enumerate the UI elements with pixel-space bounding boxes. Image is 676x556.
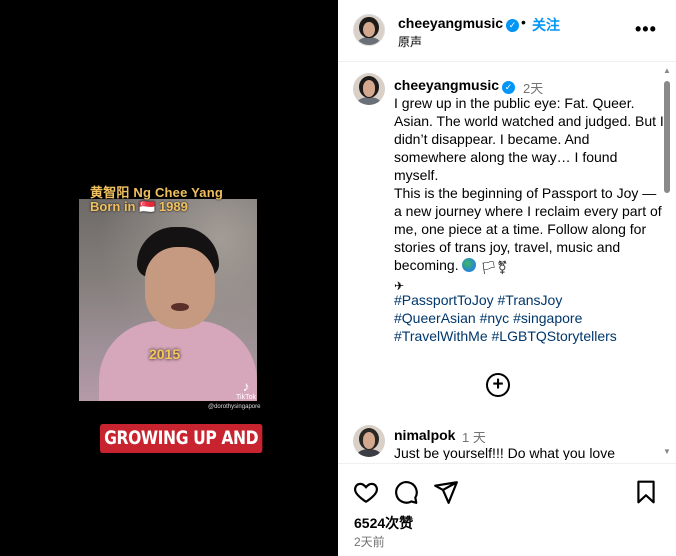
- post-details-panel: cheeyangmusic ✓ • 关注 原声 ••• cheeyangmusic…: [338, 0, 676, 556]
- video-person-face: [145, 247, 215, 329]
- likes-count[interactable]: 6524次赞: [354, 513, 413, 533]
- comment-timestamp[interactable]: 1 天: [462, 427, 486, 446]
- video-caption-banner: GROWING UP AND: [100, 424, 263, 453]
- load-more-comments-button[interactable]: +: [486, 373, 510, 397]
- tiktok-label: TikTok: [236, 394, 256, 401]
- comments-scrollbar[interactable]: ▲ ▼: [661, 63, 673, 460]
- commenter-username[interactable]: nimalpok: [394, 427, 455, 443]
- hashtag-link[interactable]: #TravelWithMe: [394, 328, 488, 344]
- post-header: cheeyangmusic ✓ • 关注 原声 •••: [338, 0, 676, 62]
- video-frame[interactable]: [79, 199, 257, 401]
- caption-text: This is the beginning of Passport to Joy…: [394, 185, 662, 273]
- verified-badge-icon: ✓: [506, 19, 520, 32]
- scrollbar-thumb[interactable]: [664, 81, 670, 193]
- post-actions: 6524次赞 2天前: [338, 463, 676, 556]
- hashtag-link[interactable]: #TransJoy: [498, 292, 563, 308]
- separator-dot: •: [521, 14, 526, 30]
- caption-paragraph: This is the beginning of Passport to Joy…: [394, 184, 664, 293]
- verified-badge-icon: ✓: [502, 81, 516, 94]
- hashtag-list: #PassportToJoy #TransJoy #QueerAsian #ny…: [394, 291, 664, 345]
- tiktok-handle: @dorothysingapore: [208, 404, 261, 410]
- share-send-icon[interactable]: [433, 479, 459, 505]
- globe-icon: [462, 258, 477, 272]
- hashtag-link[interactable]: #singapore: [513, 310, 582, 326]
- caption-author-username-text[interactable]: cheeyangmusic: [394, 77, 499, 93]
- post-date[interactable]: 2天前: [354, 533, 385, 550]
- video-overlay-year: 2015: [149, 346, 181, 362]
- scroll-up-arrow-icon[interactable]: ▲: [663, 66, 671, 75]
- white-flag-icon: 🏳: [480, 260, 497, 275]
- save-bookmark-icon[interactable]: [633, 479, 659, 505]
- post-caption: I grew up in the public eye: Fat. Queer.…: [394, 94, 664, 293]
- hashtag-link[interactable]: #QueerAsian: [394, 310, 476, 326]
- post-media[interactable]: 黄智阳 Ng Chee Yang Born in 🇸🇬 1989 2015 ♪ …: [0, 0, 338, 556]
- comments-scroll-area[interactable]: cheeyangmusic ✓ 2天 I grew up in the publi…: [338, 63, 676, 460]
- commenter-avatar[interactable]: [353, 425, 385, 457]
- airplane-icon: ✈: [394, 279, 405, 293]
- caption-author-username[interactable]: cheeyangmusic ✓: [394, 77, 516, 94]
- original-audio-link[interactable]: 原声: [398, 33, 422, 50]
- caption-paragraph: I grew up in the public eye: Fat. Queer.…: [394, 95, 664, 183]
- scroll-down-arrow-icon[interactable]: ▼: [663, 447, 671, 456]
- transgender-symbol-icon: ⚧: [496, 260, 508, 275]
- author-username-text[interactable]: cheeyangmusic: [398, 15, 503, 31]
- tiktok-icon: ♪: [242, 378, 250, 394]
- more-options-button[interactable]: •••: [635, 19, 657, 40]
- tiktok-watermark: ♪ TikTok: [236, 378, 256, 401]
- hashtag-link[interactable]: #LGBTQStorytellers: [492, 328, 617, 344]
- author-avatar[interactable]: [353, 14, 385, 46]
- like-heart-icon[interactable]: [353, 479, 379, 505]
- video-overlay-born: Born in 🇸🇬 1989: [90, 199, 188, 214]
- hashtag-link[interactable]: #nyc: [480, 310, 510, 326]
- comment-text: Just be yourself!!! Do what you love: [394, 445, 615, 460]
- follow-button[interactable]: 关注: [532, 15, 560, 35]
- author-username[interactable]: cheeyangmusic ✓: [398, 15, 520, 32]
- video-person-mouth: [171, 303, 189, 311]
- comment-bubble-icon[interactable]: [393, 479, 419, 505]
- hashtag-link[interactable]: #PassportToJoy: [394, 292, 494, 308]
- caption-author-avatar[interactable]: [353, 73, 385, 105]
